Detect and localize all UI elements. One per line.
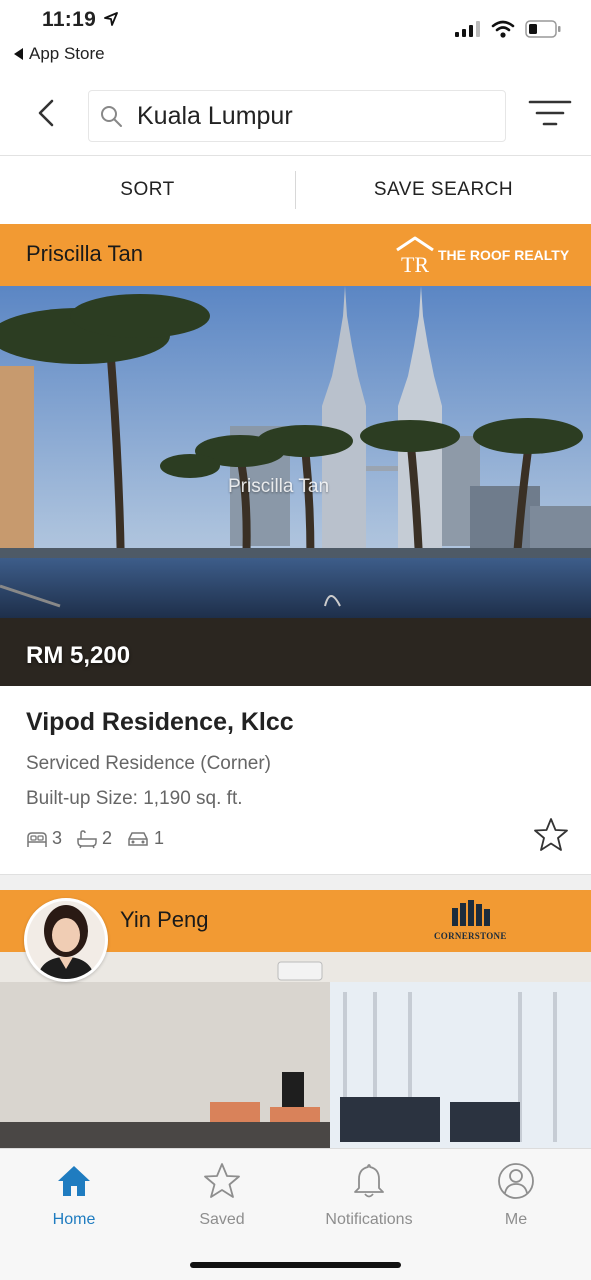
back-triangle-icon: [14, 48, 23, 60]
listing-photo[interactable]: Priscilla Tan RM 5,200: [0, 286, 591, 686]
sort-save-row: SORT SAVE SEARCH: [0, 156, 591, 224]
bathroom-count: 2: [102, 828, 113, 848]
sort-button[interactable]: SORT: [0, 179, 295, 201]
tab-me[interactable]: Me: [442, 1161, 590, 1229]
tab-label: Notifications: [325, 1211, 413, 1228]
parking-count: 1: [154, 828, 165, 848]
system-icons: [455, 20, 561, 38]
agent-name: Yin Peng: [120, 907, 209, 932]
listing-details[interactable]: Vipod Residence, Klcc Serviced Residence…: [0, 686, 591, 874]
user-icon: [498, 1163, 534, 1199]
roof-logo-icon: TR: [396, 236, 434, 276]
agency-logo: TR THE ROOF REALTY: [394, 234, 569, 276]
tab-label: Home: [52, 1211, 96, 1228]
listing-separator: [0, 874, 591, 890]
home-icon: [58, 1166, 90, 1196]
agency-logo-letters: TR: [401, 252, 429, 276]
parking: 1: [126, 828, 164, 849]
built-up-size: Built-up Size: 1,190 sq. ft.: [26, 788, 243, 809]
bed-icon: [27, 831, 47, 847]
agency-logo: CORNERSTONE: [434, 898, 507, 941]
filter-icon[interactable]: [528, 98, 572, 128]
listing-title: Vipod Residence, Klcc: [26, 708, 294, 736]
car-icon: [128, 831, 148, 846]
living-room-image: [0, 952, 591, 1148]
search-input[interactable]: Kuala Lumpur: [88, 90, 506, 142]
agent-bar[interactable]: Priscilla Tan TR THE ROOF REALTY: [0, 224, 591, 286]
bell-icon: [354, 1164, 384, 1198]
property-type: Serviced Residence (Corner): [26, 753, 271, 774]
bedroom-count: 3: [52, 828, 63, 848]
property-features: 3 2 1: [26, 828, 164, 849]
avatar[interactable]: [24, 898, 108, 982]
bedrooms: 3: [26, 828, 62, 849]
battery-icon: [525, 20, 561, 38]
bathtub-icon: [77, 829, 97, 848]
cornerstone-logo-icon: [452, 900, 491, 926]
agency-name: THE ROOF REALTY: [438, 247, 570, 263]
tab-label: Me: [504, 1211, 528, 1228]
bottom-tab-bar: Home Saved Notifications Me: [0, 1148, 591, 1280]
listing-photo[interactable]: [0, 952, 591, 1148]
search-icon: [101, 106, 122, 127]
tab-label: Saved: [199, 1211, 245, 1228]
tab-notifications[interactable]: Notifications: [295, 1161, 443, 1229]
tab-saved[interactable]: Saved: [148, 1161, 296, 1229]
photo-watermark: Priscilla Tan: [228, 476, 330, 497]
bathrooms: 2: [76, 828, 112, 849]
search-query: Kuala Lumpur: [137, 101, 293, 130]
cellular-signal-icon: [455, 21, 480, 37]
agency-name: CORNERSTONE: [434, 931, 507, 941]
back-chevron-icon[interactable]: [32, 98, 60, 128]
tab-home[interactable]: Home: [0, 1161, 148, 1229]
listing-price: RM 5,200: [26, 642, 131, 669]
wifi-icon: [491, 20, 515, 38]
status-time: 11:19: [42, 8, 97, 31]
save-search-button[interactable]: SAVE SEARCH: [296, 179, 591, 201]
agent-name: Priscilla Tan: [26, 241, 143, 266]
status-bar: 11:19 App Store: [0, 0, 591, 70]
star-icon: [204, 1163, 240, 1198]
agent-portrait-image: [27, 901, 105, 979]
back-to-app-store[interactable]: App Store: [14, 44, 105, 64]
back-app-label: App Store: [29, 44, 105, 63]
location-arrow-icon: [104, 12, 118, 26]
save-listing-star-icon[interactable]: [532, 816, 570, 854]
home-indicator[interactable]: [190, 1262, 401, 1268]
search-header: Kuala Lumpur: [0, 70, 591, 156]
